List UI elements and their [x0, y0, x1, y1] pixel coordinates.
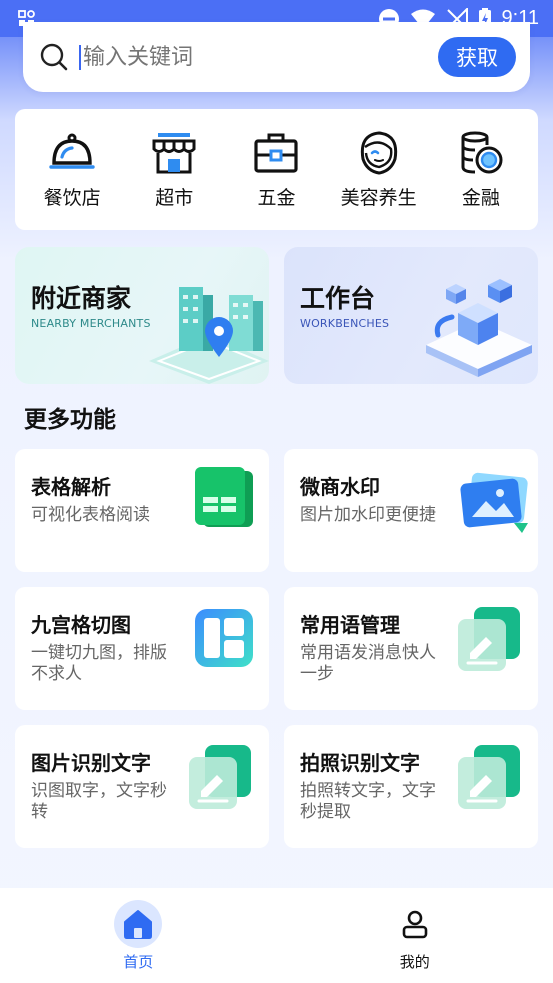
- card-title: 工作台: [300, 284, 376, 313]
- category-label: 金融: [461, 187, 500, 209]
- tab-home[interactable]: 首页: [0, 888, 277, 983]
- function-title: 常用语管理: [300, 613, 400, 637]
- function-title: 表格解析: [31, 475, 111, 499]
- search-submit-button[interactable]: 获取: [438, 37, 516, 77]
- spreadsheet-icon: [195, 467, 253, 527]
- cube-platform-icon: [426, 279, 532, 377]
- function-card-photo-ocr[interactable]: 拍照识别文字 拍照转文字，文字秒提取: [284, 725, 538, 848]
- edit-note-icon: [458, 607, 520, 671]
- function-desc: 常用语发消息快人一步: [300, 643, 436, 684]
- section-title: 更多功能: [24, 407, 116, 433]
- search-icon: [40, 43, 68, 71]
- tab-icon-wrap: [391, 900, 439, 948]
- function-card-table-parse[interactable]: 表格解析 可视化表格阅读: [15, 449, 269, 572]
- function-card-grid-cut[interactable]: 九宫格切图 一键切九图，排版不求人: [15, 587, 269, 710]
- function-desc: 可视化表格阅读: [31, 505, 150, 525]
- edit-note-icon: [458, 745, 520, 809]
- search-bar: 获取: [23, 22, 530, 92]
- search-input[interactable]: [79, 44, 419, 70]
- function-title: 微商水印: [300, 475, 380, 499]
- tab-label: 首页: [123, 953, 154, 971]
- tab-mine[interactable]: 我的: [277, 888, 553, 983]
- tab-label: 我的: [399, 953, 430, 971]
- bell-cloche-icon: [49, 133, 95, 169]
- coins-icon: [461, 131, 503, 174]
- grid-layout-icon: [195, 609, 253, 667]
- city-map-pin-icon: [149, 287, 269, 384]
- function-title: 图片识别文字: [31, 751, 151, 775]
- home-icon: [124, 910, 153, 939]
- category-label: 美容养生: [340, 187, 417, 209]
- toolbox-icon: [254, 133, 299, 173]
- edit-note-icon: [189, 745, 251, 809]
- user-icon: [402, 910, 428, 939]
- function-title: 九宫格切图: [31, 613, 131, 637]
- function-card-phrases[interactable]: 常用语管理 常用语发消息快人一步: [284, 587, 538, 710]
- category-supermarket[interactable]: 超市: [124, 129, 224, 210]
- function-desc: 拍照转文字，文字秒提取: [300, 781, 436, 822]
- category-bar: 餐饮店 超市 五金 美容养生 金融: [15, 109, 538, 230]
- woman-face-icon: [360, 131, 397, 175]
- image-watermark-icon: [460, 472, 528, 533]
- function-desc: 一键切九图，排版不求人: [31, 643, 167, 684]
- function-desc: 图片加水印更便捷: [300, 505, 436, 525]
- card-subtitle: NEARBY MERCHANTS: [31, 317, 151, 330]
- storefront-icon: [152, 133, 196, 174]
- nearby-merchants-card[interactable]: 附近商家 NEARBY MERCHANTS: [15, 247, 269, 384]
- card-subtitle: WORKBENCHES: [300, 317, 390, 330]
- category-hardware[interactable]: 五金: [226, 129, 326, 210]
- category-label: 餐饮店: [43, 187, 101, 209]
- function-desc: 识图取字，文字秒转: [31, 781, 167, 822]
- tab-icon-highlight: [114, 900, 163, 948]
- function-title: 拍照识别文字: [300, 751, 420, 775]
- category-label: 五金: [257, 187, 296, 209]
- card-title: 附近商家: [31, 284, 132, 313]
- category-finance[interactable]: 金融: [431, 129, 531, 210]
- function-card-image-ocr[interactable]: 图片识别文字 识图取字，文字秒转: [15, 725, 269, 848]
- bottom-tab-bar: 首页 我的: [0, 888, 553, 983]
- category-label: 超市: [155, 187, 194, 209]
- category-beauty[interactable]: 美容养生: [329, 129, 429, 210]
- function-card-watermark[interactable]: 微商水印 图片加水印更便捷: [284, 449, 538, 572]
- workbenches-card[interactable]: 工作台 WORKBENCHES: [284, 247, 538, 384]
- category-restaurant[interactable]: 餐饮店: [22, 129, 122, 210]
